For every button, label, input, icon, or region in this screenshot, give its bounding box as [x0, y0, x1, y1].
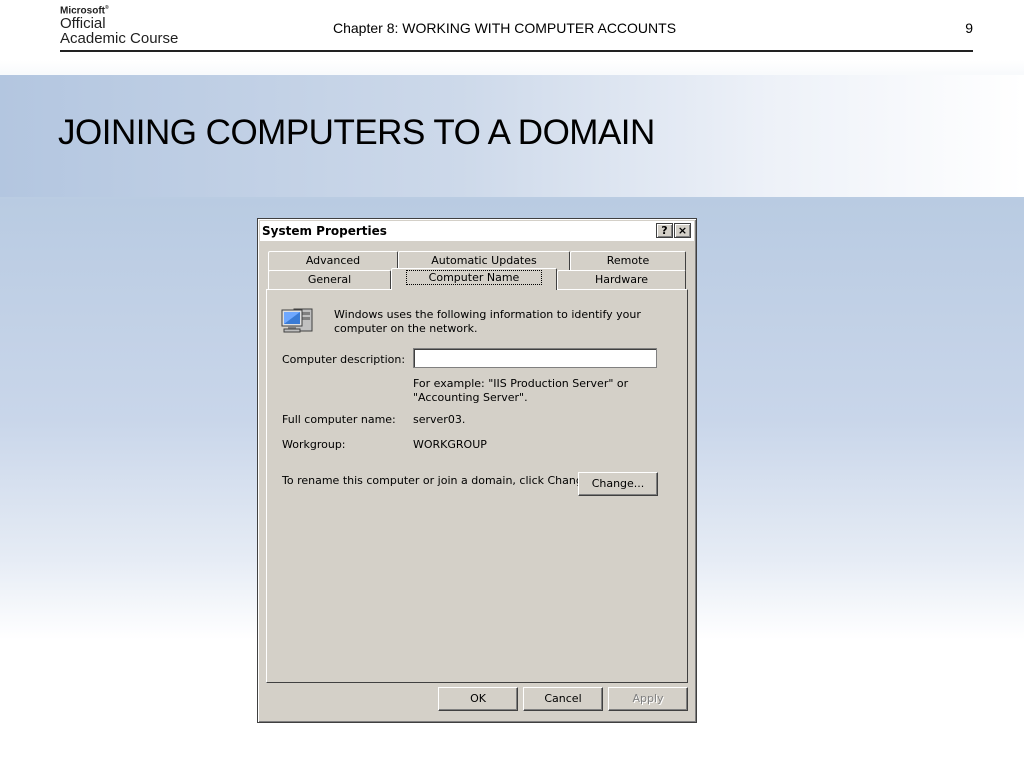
workgroup-label: Workgroup:	[282, 438, 346, 451]
rename-instructions: To rename this computer or join a domain…	[282, 474, 594, 487]
slide-title: JOINING COMPUTERS TO A DOMAIN	[58, 113, 655, 152]
tab-computer-name-label: Computer Name	[405, 270, 543, 285]
example-text: For example: "IIS Production Server" or …	[413, 377, 629, 404]
full-computer-name-value: server03.	[413, 413, 466, 426]
logo-microsoft: Microsoft®	[60, 5, 109, 17]
chapter-title: Chapter 8: WORKING WITH COMPUTER ACCOUNT…	[333, 20, 677, 36]
ok-button[interactable]: OK	[438, 687, 518, 711]
network-computer-icon	[281, 308, 313, 333]
help-button[interactable]: ?	[656, 223, 673, 238]
header-divider	[60, 50, 973, 52]
tab-general[interactable]: General	[268, 270, 391, 290]
tab-computer-name[interactable]: Computer Name	[391, 268, 557, 290]
info-text: Windows uses the following information t…	[334, 308, 641, 335]
page-number: 9	[965, 20, 973, 36]
change-button[interactable]: Change...	[578, 472, 658, 496]
tab-remote[interactable]: Remote	[570, 251, 686, 271]
slide-header: Microsoft® Official Academic Course Chap…	[0, 0, 1024, 52]
full-computer-name-label: Full computer name:	[282, 413, 396, 426]
system-properties-dialog: System Properties ? × Advanced Automatic…	[257, 218, 697, 723]
logo-official: Official	[60, 15, 106, 33]
dialog-titlebar[interactable]: System Properties ? ×	[260, 221, 694, 241]
course-logo: Microsoft® Official Academic Course	[60, 3, 178, 46]
tab-advanced[interactable]: Advanced	[268, 251, 398, 271]
workgroup-value: WORKGROUP	[413, 438, 487, 451]
close-button[interactable]: ×	[674, 223, 691, 238]
computer-description-input[interactable]	[413, 348, 657, 368]
logo-academic-course: Academic Course	[60, 30, 179, 48]
tab-hardware[interactable]: Hardware	[557, 270, 686, 290]
apply-button[interactable]: Apply	[608, 687, 688, 711]
cancel-button[interactable]: Cancel	[523, 687, 603, 711]
dialog-title: System Properties	[262, 224, 387, 238]
computer-name-panel: Windows uses the following information t…	[266, 289, 688, 683]
computer-description-label: Computer description:	[282, 353, 406, 366]
